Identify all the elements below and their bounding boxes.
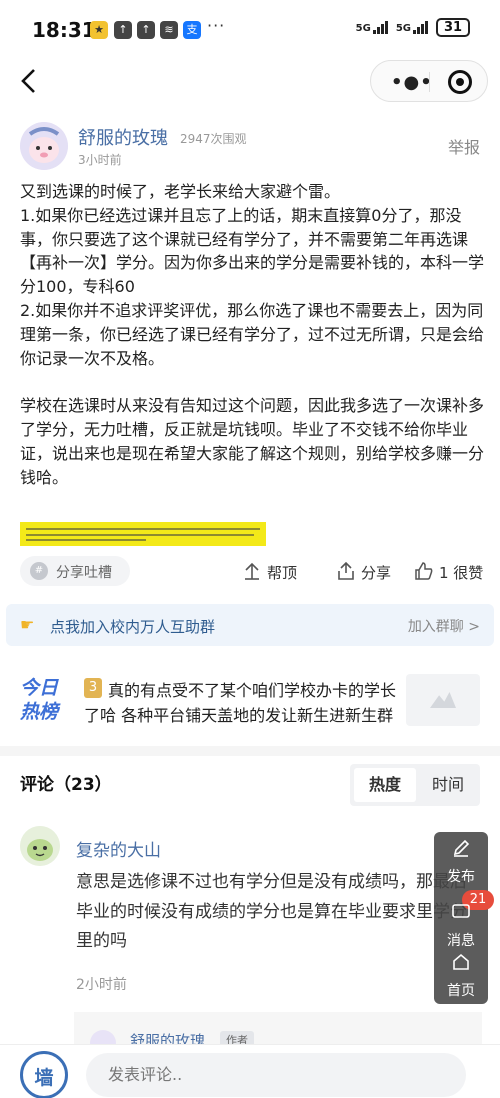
- join-group-banner[interactable]: ☛ 点我加入校内万人互助群 加入群聊 >: [6, 604, 494, 646]
- more-options-icon[interactable]: •●•: [391, 72, 433, 93]
- share-talk-button[interactable]: # 分享吐槽: [20, 556, 130, 586]
- author-avatar[interactable]: [20, 122, 68, 170]
- post-author-name[interactable]: 舒服的玫瑰: [78, 124, 168, 150]
- floating-menu: 发布 21 消息 首页: [434, 832, 494, 1004]
- commenter-avatar[interactable]: [20, 826, 60, 866]
- today-hot-list-logo: 今日 热榜: [20, 677, 59, 723]
- comment-text[interactable]: 意思是选修课不过也有学分但是没有成绩吗，那最后毕业的时候没有成绩的学分也是算在毕…: [76, 868, 476, 957]
- back-arrow-icon[interactable]: [16, 66, 44, 96]
- home-button[interactable]: 首页: [434, 952, 488, 1000]
- pointing-hand-icon: ☛: [20, 615, 35, 634]
- sort-by-hot-tab[interactable]: 热度: [354, 768, 416, 802]
- commenter-name[interactable]: 复杂的大山: [76, 836, 161, 861]
- battery-icon: 31: [436, 18, 470, 37]
- upload-icon-2: ↑: [137, 21, 155, 39]
- app-notification-icon: ★: [90, 21, 108, 39]
- share-icon[interactable]: [336, 561, 356, 581]
- wall-logo[interactable]: 墙: [20, 1051, 68, 1098]
- comment-item: 复杂的大山 意思是选修课不过也有学分但是没有成绩吗，那最后毕业的时候没有成绩的学…: [0, 824, 500, 1004]
- report-button[interactable]: 举报: [448, 134, 480, 158]
- boost-icon[interactable]: [242, 561, 262, 581]
- alipay-icon: 支: [183, 21, 201, 39]
- nav-bar: •●•: [0, 58, 500, 106]
- post-actions: # 分享吐槽 帮顶 分享 1 很赞: [0, 554, 500, 590]
- capsule-divider: [429, 72, 430, 92]
- pencil-icon: [453, 839, 470, 857]
- join-group-text[interactable]: 点我加入校内万人互助群: [50, 616, 215, 637]
- post-time: 3小时前: [78, 153, 122, 167]
- hot-item-text[interactable]: 真的有点受不了某个咱们学校办卡的学长了哈 各种平台铺天盖地的发让新生进新生群: [84, 678, 404, 728]
- comments-header: 评论（23） 热度 时间: [0, 760, 500, 810]
- signal-icon-1: 5G: [356, 21, 388, 34]
- status-bar: 18:31 ★ ↑ ↑ ≋ 支 ··· 5G 5G 31: [0, 0, 500, 58]
- status-time: 18:31: [32, 18, 96, 42]
- comment-sort-toggle: 热度 时间: [350, 764, 480, 806]
- more-notifications-icon: ···: [207, 16, 226, 35]
- share-button[interactable]: 分享: [361, 562, 391, 583]
- bottom-comment-bar: 墙 发表评论..: [0, 1044, 500, 1098]
- audio-icon: ≋: [160, 21, 178, 39]
- post-paragraph: 学校在选课时从来没有告知过这个问题，因此我多选了一次课补多了学分，无力吐槽，反正…: [20, 396, 485, 487]
- post-header: 舒服的玫瑰 2947次围观 3小时前 举报: [0, 118, 500, 178]
- comments-title: 评论（23）: [20, 775, 112, 795]
- mini-program-capsule: •●•: [370, 60, 488, 102]
- post-view-count: 2947次围观: [180, 132, 247, 146]
- join-group-button[interactable]: 加入群聊 >: [408, 616, 480, 636]
- section-divider: [0, 746, 500, 756]
- comment-time: 2小时前: [76, 977, 127, 993]
- publish-button[interactable]: 发布: [434, 838, 488, 886]
- post-paragraph: 又到选课的时候了，老学长来给大家避个雷。 1.如果你已经选过课并且忘了上的话，期…: [20, 182, 485, 368]
- signal-icon-2: 5G: [396, 21, 428, 34]
- upload-icon: ↑: [114, 21, 132, 39]
- highlighted-image-attachment[interactable]: [20, 522, 266, 546]
- thumbs-up-icon[interactable]: [414, 561, 434, 581]
- messages-button[interactable]: 消息: [434, 902, 488, 950]
- chat-icon: #: [30, 562, 48, 580]
- close-mini-program-icon[interactable]: [448, 70, 472, 94]
- home-icon: [453, 953, 469, 970]
- boost-button[interactable]: 帮顶: [267, 562, 297, 583]
- post-content: 又到选课的时候了，老学长来给大家避个雷。 1.如果你已经选过课并且忘了上的话，期…: [20, 180, 488, 490]
- sort-by-time-tab[interactable]: 时间: [420, 768, 476, 802]
- message-icon: [452, 904, 470, 918]
- hot-item-thumbnail[interactable]: [406, 674, 480, 726]
- like-button[interactable]: 1 很赞: [439, 562, 483, 583]
- hot-list-item[interactable]: 今日 热榜 3 真的有点受不了某个咱们学校办卡的学长了哈 各种平台铺天盖地的发让…: [0, 668, 500, 738]
- comment-input[interactable]: 发表评论..: [86, 1053, 466, 1097]
